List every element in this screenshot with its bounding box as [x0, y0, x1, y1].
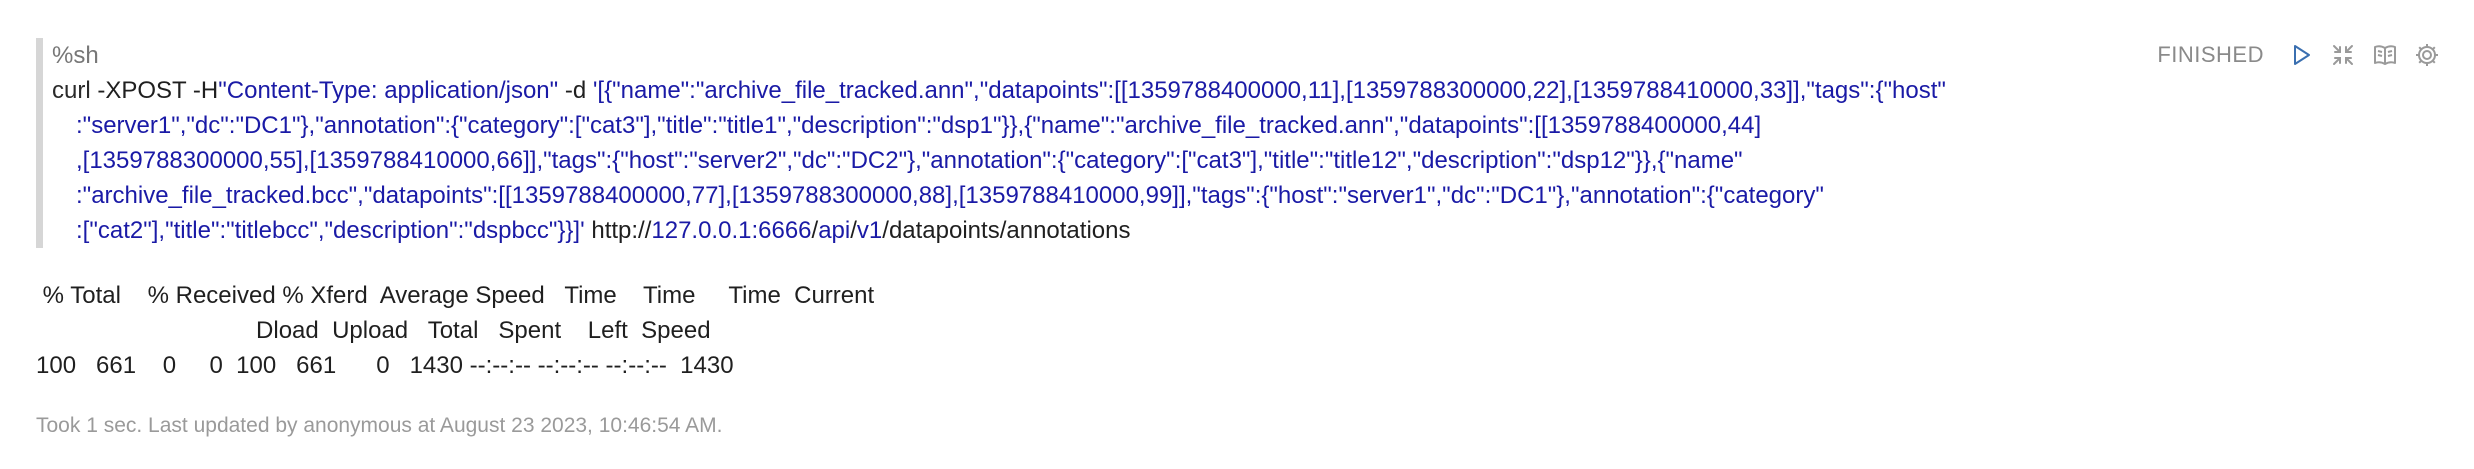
code-url-segment: api — [818, 217, 851, 244]
paragraph-controls: FINISHED — [2157, 38, 2440, 72]
paragraph-footer: Took 1 sec. Last updated by anonymous at… — [36, 414, 723, 437]
code-line-5: :["cat2"],"title":"titlebcc","descriptio… — [52, 213, 2062, 248]
code-command: curl — [52, 77, 91, 104]
code-editor[interactable]: %sh curl -XPOST -H"Content-Type: applica… — [36, 38, 2062, 248]
code-json-string: :["cat2"],"title":"titlebcc","descriptio… — [76, 217, 585, 244]
code-line-2: :"server1","dc":"DC1"},"annotation":{"ca… — [52, 108, 2062, 143]
run-triangle-icon[interactable] — [2288, 42, 2314, 68]
notebook-paragraph: FINISHED %sh curl -XPOST -H"Content-Type… — [0, 0, 2474, 469]
paragraph-output: % Total % Received % Xferd Average Speed… — [36, 278, 874, 383]
code-url-host: 127.0.0.1:6666 — [651, 217, 812, 244]
book-icon[interactable] — [2372, 42, 2398, 68]
code-url-segment: datapoints — [888, 217, 1000, 244]
code-json-string: '[{"name":"archive_file_tracked.ann","da… — [592, 77, 1946, 104]
code-header-string: "Content-Type: application/json" — [218, 77, 559, 104]
code-line-3: ,[1359788300000,55],[1359788410000,66]],… — [52, 143, 2062, 178]
code-json-string: ,[1359788300000,55],[1359788410000,66]],… — [76, 147, 1743, 174]
code-flags: -XPOST -H — [90, 77, 219, 104]
paragraph-status: FINISHED — [2157, 42, 2264, 67]
output-line: % Total % Received % Xferd Average Speed… — [36, 282, 875, 309]
code-url-segment: annotations — [1006, 217, 1131, 244]
code-data-flag: -d — [558, 77, 593, 104]
code-url-sep: / — [850, 217, 857, 244]
collapse-arrows-icon[interactable] — [2330, 42, 2356, 68]
output-line: 100 661 0 0 100 661 0 1430 --:--:-- --:-… — [36, 352, 734, 379]
code-line-1: curl -XPOST -H"Content-Type: application… — [52, 73, 2062, 108]
gear-icon[interactable] — [2414, 42, 2440, 68]
magic-directive: %sh — [52, 42, 99, 69]
code-line-4: :"archive_file_tracked.bcc","datapoints"… — [52, 178, 2062, 213]
code-url-segment: v1 — [856, 217, 883, 244]
code-json-string: :"server1","dc":"DC1"},"annotation":{"ca… — [76, 112, 1762, 139]
output-line: Dload Upload Total Spent Left Speed — [36, 317, 711, 344]
code-json-string: :"archive_file_tracked.bcc","datapoints"… — [76, 182, 1824, 209]
code-url-sep: / — [882, 217, 889, 244]
code-url-scheme: http:// — [584, 217, 652, 244]
